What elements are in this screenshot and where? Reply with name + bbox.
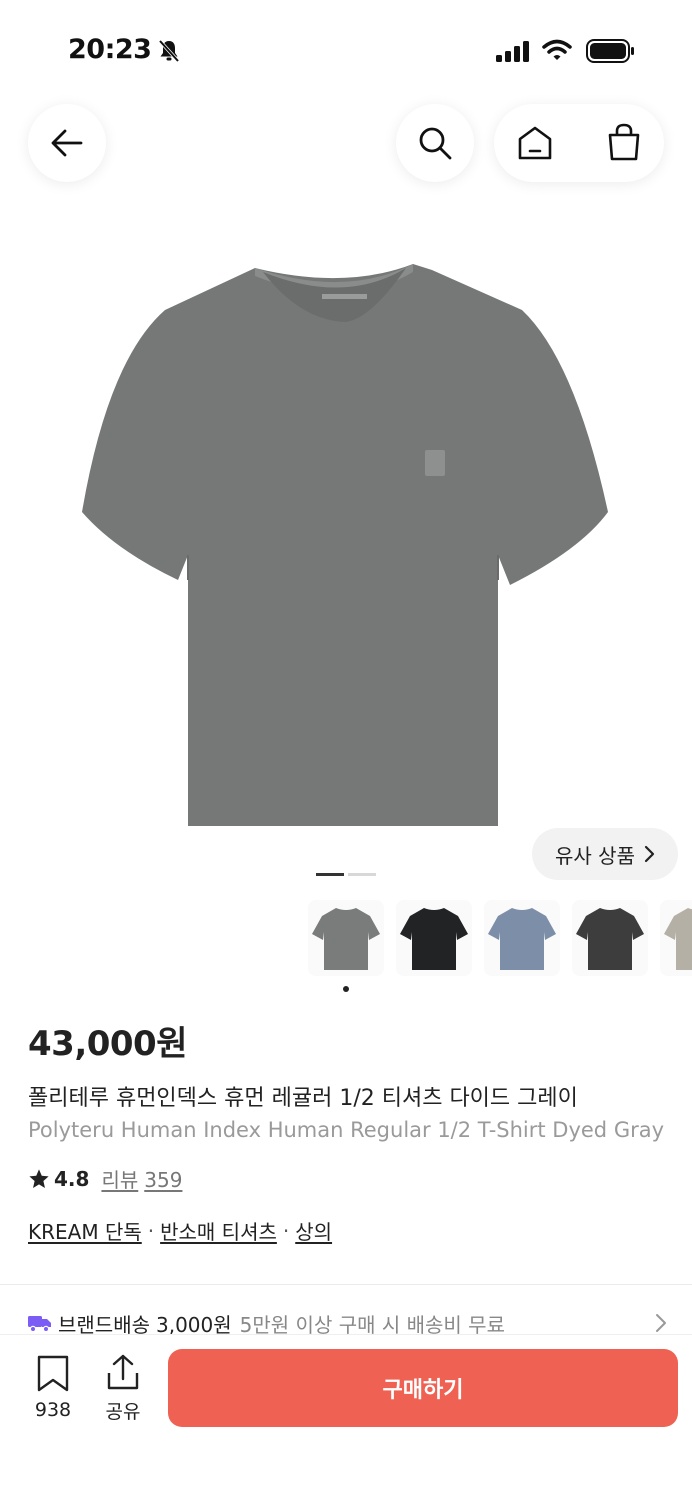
category-tags: KREAM 단독 · 반소매 티셔츠 · 상의 xyxy=(28,1216,332,1245)
search-icon xyxy=(419,127,452,160)
rating-value: 4.8 xyxy=(54,1166,90,1191)
similar-products-button[interactable]: 유사 상품 xyxy=(532,828,678,880)
product-name-korean: 폴리테루 휴먼인덱스 휴먼 레귤러 1/2 티셔츠 다이드 그레이 xyxy=(28,1086,578,1111)
rating-row: 4.8 리뷰 359 xyxy=(28,1164,188,1193)
home-cart-pill xyxy=(494,104,664,182)
pager-segment-active xyxy=(316,873,344,876)
bell-muted-icon xyxy=(158,39,180,63)
reviews-link[interactable]: 리뷰 359 xyxy=(101,1164,188,1193)
status-bar: 20:23 xyxy=(0,0,692,100)
status-time: 20:23 xyxy=(68,34,152,65)
share-label: 공유 xyxy=(105,1401,141,1423)
bookmark-count: 938 xyxy=(34,1399,72,1421)
thumbnail-gray[interactable] xyxy=(308,900,384,976)
pager-segment xyxy=(348,873,376,876)
thumbnail-charcoal[interactable] xyxy=(572,900,648,976)
chevron-right-icon xyxy=(644,845,655,863)
thumbnail-black[interactable] xyxy=(396,900,472,976)
bookmark-icon xyxy=(37,1355,69,1392)
tag-separator: · xyxy=(147,1218,155,1243)
tag-tops[interactable]: 상의 xyxy=(295,1216,332,1245)
share-icon xyxy=(107,1354,139,1390)
reviews-label: 리뷰 xyxy=(101,1168,139,1192)
tag-separator: · xyxy=(282,1218,290,1243)
thumbnail-beige[interactable] xyxy=(660,900,692,976)
cellular-signal-icon xyxy=(496,41,529,62)
star-icon xyxy=(29,1168,49,1188)
color-thumbnails xyxy=(308,900,692,980)
arrow-left-icon xyxy=(51,129,83,157)
selected-thumbnail-indicator xyxy=(343,986,349,992)
search-button[interactable] xyxy=(396,104,474,182)
share-button[interactable]: 공유 xyxy=(100,1353,146,1424)
shopping-bag-icon[interactable] xyxy=(604,122,644,162)
product-name-english: Polyteru Human Index Human Regular 1/2 T… xyxy=(28,1118,665,1142)
bookmark-button[interactable]: 938 xyxy=(30,1355,76,1421)
thumbnail-blue[interactable] xyxy=(484,900,560,976)
reviews-count: 359 xyxy=(144,1168,183,1192)
tag-short-sleeve-tshirt[interactable]: 반소매 티셔츠 xyxy=(160,1216,277,1245)
section-divider xyxy=(0,1284,692,1285)
battery-icon xyxy=(586,39,634,63)
similar-products-label: 유사 상품 xyxy=(555,843,635,868)
home-icon[interactable] xyxy=(516,124,554,162)
buy-button-label: 구매하기 xyxy=(382,1378,464,1403)
product-price: 43,000원 xyxy=(28,1024,187,1064)
product-image[interactable] xyxy=(70,250,620,835)
buy-button[interactable]: 구매하기 xyxy=(168,1349,678,1427)
bottom-action-bar: 938 공유 구매하기 xyxy=(0,1334,692,1500)
image-pager xyxy=(316,873,376,876)
truck-icon xyxy=(28,1316,51,1333)
tag-kream-exclusive[interactable]: KREAM 단독 xyxy=(28,1216,142,1245)
wifi-icon xyxy=(542,39,572,60)
chevron-right-icon xyxy=(656,1314,666,1332)
back-button[interactable] xyxy=(28,104,106,182)
